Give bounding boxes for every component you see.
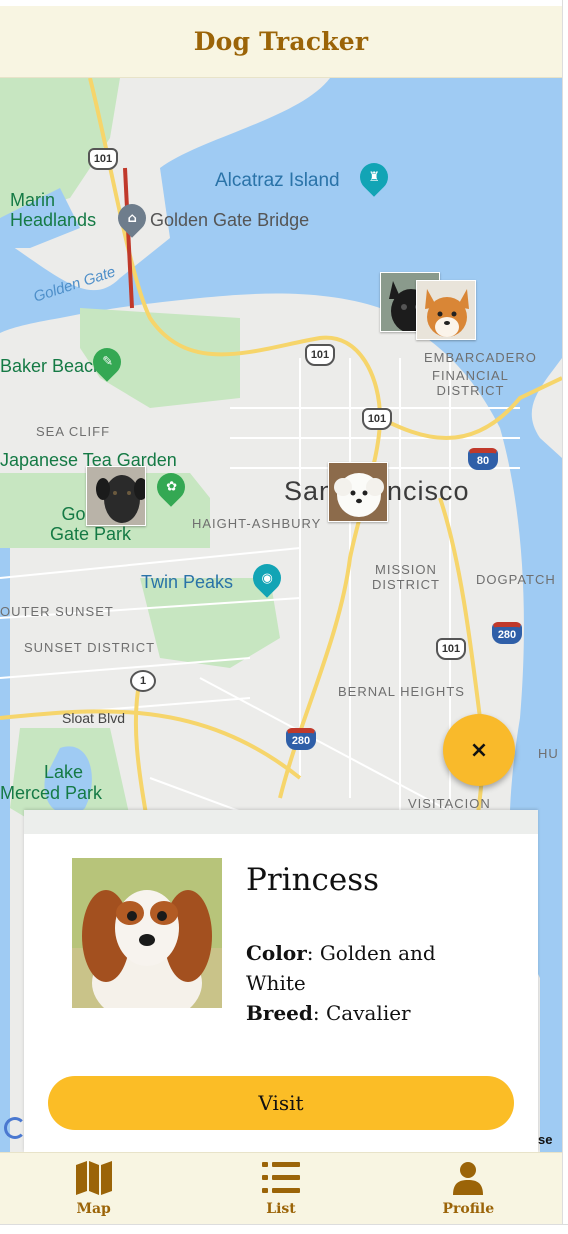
map-icon <box>75 1160 112 1195</box>
highway-shield: 101 <box>305 344 335 366</box>
highway-shield: 1 <box>130 670 156 692</box>
frame-edge-bottom <box>0 1224 568 1234</box>
highway-shield: 101 <box>88 148 118 170</box>
bottom-nav: Map List Profile <box>0 1152 562 1224</box>
label-golden-gate-bridge: Golden Gate Bridge <box>150 210 310 230</box>
cane-corso-photo <box>87 467 145 525</box>
highway-shield: 280 <box>286 728 316 750</box>
color-label: Color <box>246 941 307 965</box>
label-sunset-district: SUNSET DISTRICT <box>24 640 156 655</box>
google-logo-icon <box>4 1117 26 1139</box>
nav-item-map[interactable]: Map <box>0 1153 187 1224</box>
label-sloat-blvd: Sloat Blvd <box>62 710 126 726</box>
label-mission-district: MISSION DISTRICT <box>372 562 440 592</box>
label-financial-district: FINANCIAL DISTRICT <box>432 368 509 398</box>
dog-info: Color: Golden and White Breed: Cavalier <box>246 938 486 1028</box>
dog-marker-bichon[interactable] <box>328 462 388 522</box>
list-icon <box>261 1161 300 1193</box>
highway-shield: 101 <box>362 408 392 430</box>
frame-edge-right <box>562 0 568 1234</box>
close-button[interactable]: × <box>443 714 515 786</box>
dog-marker-shiba[interactable] <box>416 280 476 340</box>
label-bernal-heights: BERNAL HEIGHTS <box>338 684 465 699</box>
nav-item-profile[interactable]: Profile <box>375 1153 562 1224</box>
nav-label-profile: Profile <box>442 1200 495 1217</box>
label-twin-peaks: Twin Peaks <box>141 572 234 592</box>
label-outer-sunset: OUTER SUNSET <box>0 604 114 619</box>
user-icon <box>453 1161 484 1195</box>
label-haight-ashbury: HAIGHT-ASHBURY <box>192 516 322 531</box>
card-top-bar <box>24 810 538 834</box>
shiba-photo <box>417 281 475 339</box>
nav-label-list: List <box>266 1200 296 1217</box>
nav-label-map: Map <box>76 1200 111 1217</box>
app-root: Dog Tracker Marin Headlands Alcatraz Isl… <box>0 0 568 1234</box>
dog-photo <box>72 858 222 1008</box>
label-baker-beach: Baker Beach <box>0 356 104 376</box>
bichon-photo <box>329 463 387 521</box>
cavalier-photo <box>72 858 222 1008</box>
map-attribution[interactable]: se <box>538 1132 552 1147</box>
dog-name: Princess <box>246 862 380 898</box>
breed-label: Breed <box>246 1001 313 1025</box>
visit-button[interactable]: Visit <box>48 1076 514 1130</box>
label-hu: HU <box>538 746 559 761</box>
label-lake-merced-park: Lake Merced Park <box>0 762 103 803</box>
highway-shield: 280 <box>492 622 522 644</box>
label-visitacion: VISITACION <box>408 796 491 811</box>
label-marin-headlands: Marin Headlands <box>10 190 97 230</box>
label-dogpatch: DOGPATCH <box>476 572 556 587</box>
label-alcatraz: Alcatraz Island <box>215 170 340 191</box>
app-header: Dog Tracker <box>0 6 562 78</box>
dog-detail-card: Princess Color: Golden and White Breed: … <box>24 810 538 1152</box>
dog-marker-cane-corso[interactable] <box>86 466 146 526</box>
close-icon: × <box>469 737 489 763</box>
highway-shield: 80 <box>468 448 498 470</box>
label-sea-cliff: SEA CLIFF <box>36 424 111 439</box>
label-embarcadero: EMBARCADERO <box>424 350 537 365</box>
nav-item-list[interactable]: List <box>187 1153 374 1224</box>
breed-value: : Cavalier <box>312 1001 411 1025</box>
highway-shield: 101 <box>436 638 466 660</box>
page-title: Dog Tracker <box>193 27 369 56</box>
